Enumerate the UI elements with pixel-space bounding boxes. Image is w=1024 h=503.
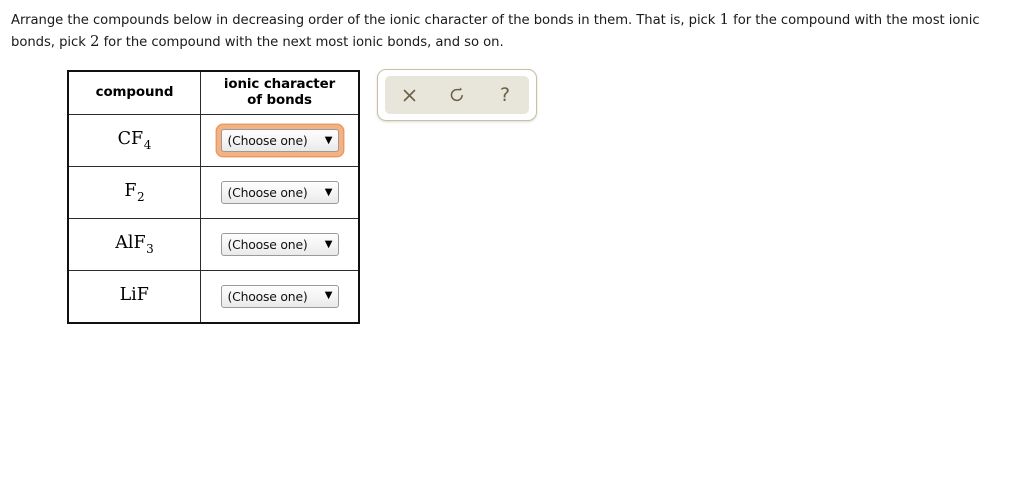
select-focus-ring-lif: (Choose one) ▼ <box>216 280 344 313</box>
ionic-character-cell-cf4: (Choose one) ▼ <box>200 114 360 167</box>
compound-formula-alf3: AlF3 <box>67 218 201 271</box>
instruction-number-2: 2 <box>89 32 100 50</box>
select-value-label: (Choose one) <box>227 288 308 304</box>
table-row: AlF3 (Choose one) ▼ <box>67 218 360 271</box>
chevron-down-icon: ▼ <box>324 290 333 302</box>
table-body: CF4 (Choose one) ▼ F2 (Choose one) ▼ AlF… <box>67 114 360 323</box>
compound-formula-lif: LiF <box>67 270 201 323</box>
select-focus-ring-alf3: (Choose one) ▼ <box>216 228 344 261</box>
undo-icon <box>448 86 466 104</box>
table-header: compound ionic character of bonds <box>67 70 360 115</box>
select-focus-ring-f2: (Choose one) ▼ <box>216 176 344 209</box>
select-value-label: (Choose one) <box>227 237 308 252</box>
formula-subscript: 2 <box>137 189 145 204</box>
ionic-character-select-cf4[interactable]: (Choose one) ▼ <box>220 129 339 152</box>
column-header-compound: compound <box>67 70 201 115</box>
select-value-label: (Choose one) <box>227 133 308 148</box>
instruction-number-1: 1 <box>719 10 730 28</box>
compound-formula-cf4: CF4 <box>67 114 201 167</box>
formula-base: CF <box>117 129 144 150</box>
table-row: LiF (Choose one) ▼ <box>67 270 360 323</box>
undo-button[interactable] <box>437 78 477 112</box>
column-header-ionic-line1: ionic character <box>223 77 336 92</box>
clear-button[interactable] <box>389 78 429 112</box>
instruction-text: Arrange the compounds below in decreasin… <box>11 9 1011 53</box>
compound-table: compound ionic character of bonds CF4 (C… <box>67 70 360 324</box>
table-row: F2 (Choose one) ▼ <box>67 166 360 219</box>
tool-panel: ? <box>377 69 537 121</box>
formula-subscript: 3 <box>146 241 154 256</box>
column-header-ionic-character: ionic character of bonds <box>200 70 360 115</box>
ionic-character-cell-alf3: (Choose one) ▼ <box>200 218 360 271</box>
table-row: CF4 (Choose one) ▼ <box>67 114 360 167</box>
tool-button-strip: ? <box>385 76 529 114</box>
chevron-down-icon: ▼ <box>324 134 333 146</box>
close-icon <box>401 87 418 104</box>
ionic-character-select-lif[interactable]: (Choose one) ▼ <box>220 284 339 308</box>
chevron-down-icon: ▼ <box>324 186 333 198</box>
ionic-character-select-alf3[interactable]: (Choose one) ▼ <box>220 233 339 256</box>
chevron-down-icon: ▼ <box>324 238 333 250</box>
formula-base: F <box>124 181 137 202</box>
formula-subscript: 4 <box>143 137 152 152</box>
ionic-character-select-f2[interactable]: (Choose one) ▼ <box>220 181 339 204</box>
compound-formula-f2: F2 <box>67 166 201 219</box>
instruction-part-1: Arrange the compounds below in decreasin… <box>11 13 720 28</box>
formula-base: LiF <box>119 284 149 305</box>
column-header-ionic-line2: of bonds <box>247 93 312 108</box>
ionic-character-cell-lif: (Choose one) ▼ <box>200 270 360 323</box>
formula-base: AlF <box>115 233 146 254</box>
help-button[interactable]: ? <box>485 78 525 112</box>
table-header-row: compound ionic character of bonds <box>67 70 360 115</box>
ionic-character-cell-f2: (Choose one) ▼ <box>200 166 360 219</box>
select-value-label: (Choose one) <box>227 185 308 200</box>
instruction-part-3: for the compound with the next most ioni… <box>99 35 504 50</box>
help-icon: ? <box>499 83 511 106</box>
select-focus-ring-cf4: (Choose one) ▼ <box>215 124 344 157</box>
